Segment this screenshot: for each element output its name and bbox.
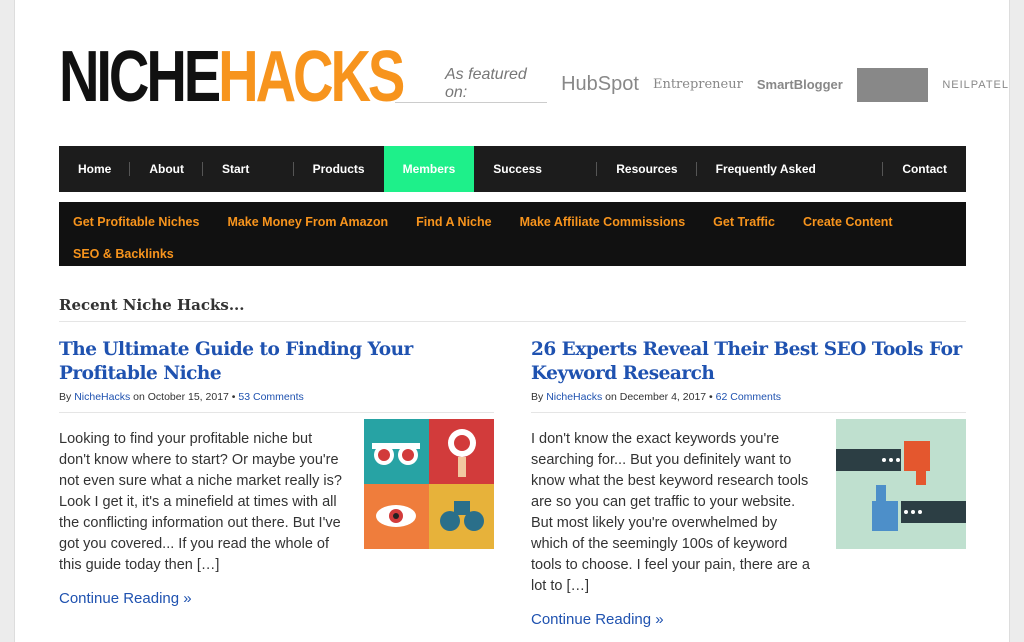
- post-card: The Ultimate Guide to Finding Your Profi…: [59, 338, 494, 629]
- logo-text: HACKS: [218, 37, 405, 117]
- site-logo[interactable]: NICHEHACKS: [59, 41, 405, 113]
- subnav-item[interactable]: Create Content: [803, 206, 893, 238]
- nav-item-success-stories[interactable]: Success Stories: [474, 146, 598, 222]
- smartblogger-logo: SmartBlogger: [756, 77, 843, 92]
- main-nav: HomeAboutStart HereProductsMembersSucces…: [59, 146, 966, 222]
- byline: By NicheHacks on October 15, 2017 • 53 C…: [59, 391, 494, 413]
- subnav-item[interactable]: Make Money From Amazon: [227, 206, 388, 238]
- entrepreneur-logo: Entrepreneur: [652, 77, 743, 92]
- post-date: on October 15, 2017 •: [133, 391, 236, 403]
- section-title: Recent Niche Hacks...: [59, 296, 966, 322]
- seo-tools-thumbnail[interactable]: [836, 419, 966, 549]
- featured-label: As featured on:: [395, 66, 548, 103]
- post-date: on December 4, 2017 •: [605, 391, 713, 403]
- featured-on: As featured on: HubSpot Entrepreneur Sma…: [395, 66, 1009, 103]
- post-card: 26 Experts Reveal Their Best SEO Tools F…: [531, 338, 966, 629]
- nav-item-members[interactable]: Members: [383, 146, 475, 192]
- comments-link[interactable]: 62 Comments: [716, 391, 781, 403]
- by: By: [531, 391, 544, 403]
- nav-item-about[interactable]: About: [130, 146, 203, 192]
- subnav-item[interactable]: Get Profitable Niches: [73, 206, 199, 238]
- sub-nav: Get Profitable Niches Make Money From Ama…: [59, 202, 966, 266]
- nav-item-frequently-asked-questions[interactable]: Frequently Asked Questions: [697, 146, 884, 222]
- post-title[interactable]: 26 Experts Reveal Their Best SEO Tools F…: [531, 338, 966, 386]
- continue-reading-link[interactable]: Continue Reading »: [59, 590, 494, 607]
- matthew-woodward-logo: [856, 67, 929, 102]
- nav-item-products[interactable]: Products: [294, 146, 384, 192]
- author-link[interactable]: NicheHacks: [546, 391, 602, 403]
- nav-item-start-here[interactable]: Start Here: [203, 146, 294, 222]
- subnav-item[interactable]: SEO & Backlinks: [73, 238, 174, 270]
- neilpatel-logo: NEILPATEL: [942, 78, 1009, 91]
- subnav-item[interactable]: Get Traffic: [713, 206, 775, 238]
- excerpt: Looking to find your profitable niche bu…: [59, 431, 342, 573]
- nav-item-home[interactable]: Home: [59, 146, 131, 192]
- logo-text: NICHE: [59, 37, 221, 117]
- byline: By NicheHacks on December 4, 2017 • 62 C…: [531, 391, 966, 413]
- by: By: [59, 391, 72, 403]
- excerpt: I don't know the exact keywords you're s…: [531, 431, 810, 594]
- subnav-item[interactable]: Find A Niche: [416, 206, 491, 238]
- page: NICHEHACKS As featured on: HubSpot Entre…: [14, 0, 1010, 642]
- niche-guide-thumbnail[interactable]: [364, 419, 494, 549]
- post-title[interactable]: The Ultimate Guide to Finding Your Profi…: [59, 338, 494, 386]
- comments-link[interactable]: 53 Comments: [238, 391, 303, 403]
- nav-item-resources[interactable]: Resources: [597, 146, 697, 192]
- author-link[interactable]: NicheHacks: [74, 391, 130, 403]
- hubspot-logo: HubSpot: [561, 73, 639, 95]
- subnav-item[interactable]: Make Affiliate Commissions: [520, 206, 686, 238]
- continue-reading-link[interactable]: Continue Reading »: [531, 611, 966, 628]
- nav-item-contact[interactable]: Contact: [883, 146, 966, 192]
